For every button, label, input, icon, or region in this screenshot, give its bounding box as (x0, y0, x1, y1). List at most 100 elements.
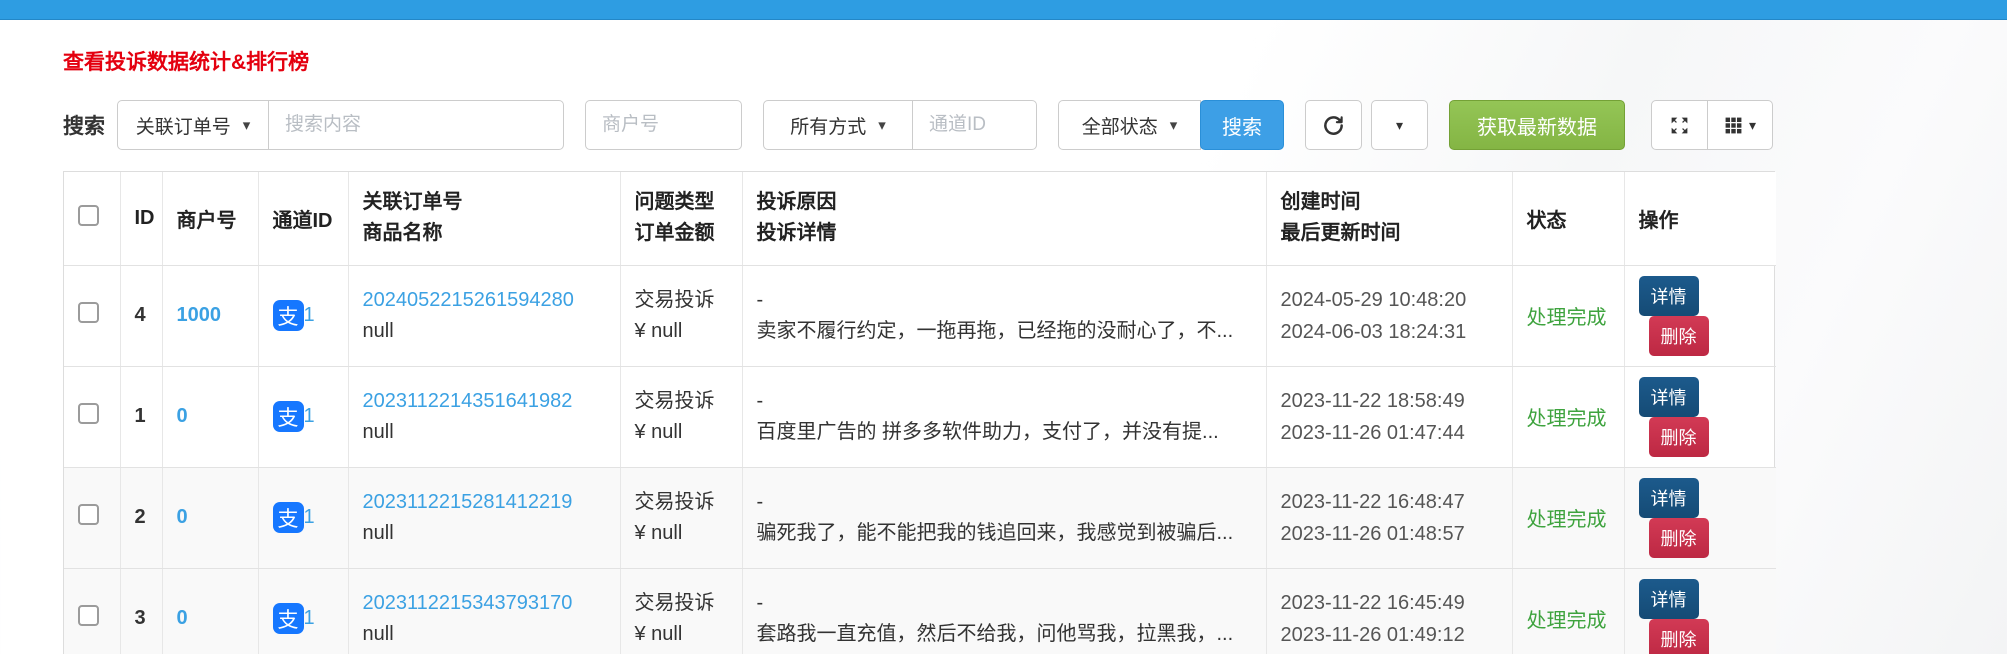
merchant-link[interactable]: 0 (177, 506, 188, 528)
search-label: 搜索 (63, 115, 105, 138)
detail-button[interactable]: 详情 (1638, 477, 1699, 518)
chevron-down-icon: ▾ (242, 117, 251, 134)
detail-button[interactable]: 详情 (1638, 578, 1699, 619)
cell-id: 3 (120, 568, 163, 654)
merchant-link[interactable]: 0 (177, 405, 188, 427)
row-checkbox[interactable] (78, 302, 99, 323)
order-number-link[interactable]: 2023112215343793170 (363, 592, 573, 614)
search-button[interactable]: 搜索 (1200, 100, 1284, 150)
fullscreen-button[interactable] (1651, 100, 1708, 150)
header-status: 状态 (1512, 172, 1625, 266)
header-id: ID (120, 172, 163, 266)
detail-button[interactable]: 详情 (1638, 376, 1699, 417)
header-order: 关联订单号 商品名称 (348, 172, 621, 266)
channel-count: 1 (303, 607, 315, 629)
top-nav-bar (0, 0, 2007, 20)
chevron-down-icon: ▾ (1169, 117, 1178, 134)
created-time: 2023-11-22 16:48:47 (1280, 490, 1465, 513)
complaint-detail: 骗死我了，能不能把我的钱追回来，我感觉到被骗后... (756, 521, 1234, 544)
merchant-id-input[interactable] (585, 100, 742, 150)
header-issue-line2: 订单金额 (634, 222, 715, 245)
complaint-reason: - (756, 288, 764, 311)
product-name: null (362, 319, 394, 342)
status-badge: 处理完成 (1526, 509, 1607, 531)
order-number-link[interactable]: 2023112214351641982 (363, 390, 573, 412)
columns-grid-icon (1724, 116, 1743, 135)
method-value: 所有方式 (790, 116, 867, 138)
alipay-icon: 支 (272, 401, 304, 432)
header-action: 操作 (1624, 172, 1776, 266)
main-content: 查看投诉数据统计&排行榜 搜索 关联订单号 ▾ 所有方式 ▾ 全部状态 ▾ 搜索 (0, 20, 2007, 654)
status-badge: 处理完成 (1526, 610, 1607, 632)
issue-type: 交易投诉 (634, 490, 715, 513)
table-row: 3 0 支1 2023112215343793170 null 交易投诉 ¥ n… (64, 568, 1776, 654)
delete-button[interactable]: 删除 (1648, 618, 1709, 654)
refresh-button[interactable] (1305, 100, 1362, 150)
delete-button[interactable]: 删除 (1648, 517, 1709, 558)
search-type-value: 关联订单号 (135, 116, 231, 138)
order-number-link[interactable]: 2024052215261594280 (363, 289, 574, 311)
status-badge: 处理完成 (1526, 307, 1607, 329)
delete-button[interactable]: 删除 (1648, 315, 1709, 356)
search-content-input[interactable] (268, 100, 564, 150)
alipay-icon: 支 (272, 603, 304, 634)
complaint-reason: - (756, 389, 764, 412)
merchant-link[interactable]: 0 (177, 607, 188, 629)
header-time: 创建时间 最后更新时间 (1266, 172, 1513, 266)
method-select[interactable]: 所有方式 ▾ (763, 100, 913, 150)
header-issue: 问题类型 订单金额 (620, 172, 743, 266)
row-checkbox[interactable] (78, 504, 99, 525)
order-amount: ¥ null (634, 420, 683, 443)
cell-id: 1 (120, 366, 163, 468)
header-time-line1: 创建时间 (1280, 191, 1361, 214)
row-checkbox[interactable] (78, 605, 99, 626)
row-checkbox[interactable] (78, 403, 99, 424)
table-row: 4 1000 支1 2024052215261594280 null 交易投诉 … (64, 265, 1776, 367)
product-name: null (362, 622, 394, 645)
product-name: null (362, 521, 394, 544)
table-tools-group: ▾ (1651, 100, 1773, 150)
cell-id: 4 (120, 265, 163, 367)
header-reason-line2: 投诉详情 (756, 222, 837, 245)
complaints-table-card: ID 商户号 通道ID 关联订单号 商品名称 问题类型 订单金额 投诉原因 投诉… (63, 171, 1776, 654)
created-time: 2023-11-22 16:45:49 (1280, 591, 1465, 614)
header-channel: 通道ID (258, 172, 349, 266)
table-row: 2 0 支1 2023112215281412219 null 交易投诉 ¥ n… (64, 467, 1776, 569)
header-reason-line1: 投诉原因 (756, 191, 837, 214)
alipay-icon: 支 (272, 300, 304, 331)
select-all-checkbox[interactable] (78, 204, 99, 226)
status-value: 全部状态 (1081, 116, 1158, 138)
cell-id: 2 (120, 467, 163, 569)
order-amount: ¥ null (634, 622, 683, 645)
status-select[interactable]: 全部状态 ▾ (1058, 100, 1201, 150)
columns-button[interactable]: ▾ (1707, 100, 1773, 150)
issue-type: 交易投诉 (634, 288, 715, 311)
created-time: 2024-05-29 10:48:20 (1280, 288, 1467, 311)
header-order-line1: 关联订单号 (362, 191, 463, 214)
detail-button[interactable]: 详情 (1638, 275, 1699, 316)
updated-time: 2023-11-26 01:47:44 (1280, 421, 1465, 444)
product-name: null (362, 420, 394, 443)
header-checkbox-cell (64, 172, 121, 266)
channel-count: 1 (303, 506, 315, 528)
header-issue-line1: 问题类型 (634, 191, 715, 214)
complaint-reason: - (756, 490, 764, 513)
stats-ranking-link[interactable]: 查看投诉数据统计&排行榜 (63, 46, 309, 76)
search-options-dropdown-button[interactable]: ▾ (1371, 100, 1428, 150)
chevron-down-icon: ▾ (1748, 116, 1757, 133)
merchant-link[interactable]: 1000 (177, 304, 222, 326)
delete-button[interactable]: 删除 (1648, 416, 1709, 457)
header-time-line2: 最后更新时间 (1280, 222, 1401, 245)
refresh-icon (1322, 114, 1345, 137)
order-amount: ¥ null (634, 319, 683, 342)
order-number-link[interactable]: 2023112215281412219 (363, 491, 573, 513)
search-type-select[interactable]: 关联订单号 ▾ (117, 100, 269, 150)
updated-time: 2023-11-26 01:48:57 (1280, 522, 1465, 545)
order-amount: ¥ null (634, 521, 683, 544)
chevron-down-icon: ▾ (1395, 116, 1404, 133)
channel-id-input[interactable] (912, 100, 1037, 150)
complaint-detail: 卖家不履行约定，一拖再拖，已经拖的没耐心了，不... (756, 319, 1234, 342)
fetch-latest-data-button[interactable]: 获取最新数据 (1449, 100, 1625, 150)
header-order-line2: 商品名称 (362, 222, 443, 245)
chevron-down-icon: ▾ (878, 117, 886, 134)
